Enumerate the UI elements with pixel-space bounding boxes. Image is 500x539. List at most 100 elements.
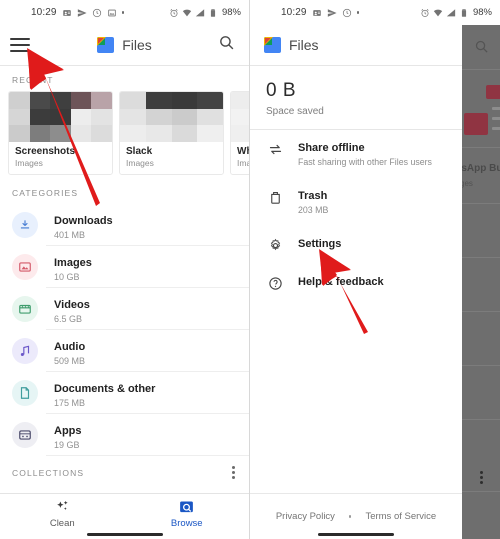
drawer-item-share-offline[interactable]: Share offline Fast sharing with other Fi… [250,130,462,178]
status-bar-left-group: 10:29 [31,7,125,18]
drawer-item-title: Help & feedback [298,276,384,288]
status-bar-clock: 10:29 [281,7,307,18]
overflow-menu-icon[interactable] [232,466,235,479]
scrim-recent-title: tsApp Bu [462,163,500,174]
collections-header: COLLECTIONS [0,456,249,487]
status-bar-right-group: 98% [420,7,492,18]
toolbar-right: Files [250,25,462,65]
battery-icon [461,8,467,17]
wifi-icon [433,9,443,16]
categories-section-label: CATEGORIES [12,188,79,198]
recent-thumbnail [231,92,249,142]
trash-icon [264,189,286,205]
app-title: Files [289,37,319,53]
drawer-item-help-feedback[interactable]: Help & feedback [250,264,462,302]
category-row-documents[interactable]: Documents & other 175 MB [0,372,249,414]
status-bar-left-group: 10:29 [281,7,360,18]
files-logo-icon [97,37,115,53]
hamburger-menu-button[interactable] [10,38,30,52]
category-size: 10 GB [54,271,80,282]
download-icon [12,212,38,238]
nav-tab-label: Clean [49,518,75,529]
category-row-apps[interactable]: Apps 19 GB [0,414,249,456]
nav-tab-label: Browse [170,518,203,529]
home-indicator [318,533,394,536]
scrim-recent-subtitle: ges [462,179,473,188]
category-row-images[interactable]: Images 10 GB [0,246,249,288]
space-saved-amount: 0 B [266,80,297,101]
category-name: Documents & other [54,382,156,395]
status-bar-right-group: 98% [169,7,241,18]
signal-icon [195,8,205,16]
category-name: Apps [54,424,82,437]
scrim-thumbnail [464,113,488,135]
status-bar-right: 10:29 98% [250,0,500,25]
signal-icon [446,8,456,16]
categories-list: Downloads 401 MB Images 10 GB Videos 6.5… [0,204,249,456]
scrim-thumbnail [486,85,500,99]
category-row-downloads[interactable]: Downloads 401 MB [0,204,249,246]
category-row-videos[interactable]: Videos 6.5 GB [0,288,249,330]
category-size: 19 GB [54,439,80,450]
files-logo-icon [264,37,281,53]
category-row-audio[interactable]: Audio 509 MB [0,330,249,372]
send-icon [77,8,87,17]
scrim-search-icon [474,39,489,59]
category-name: Audio [54,340,86,353]
footer-separator-dot [348,515,352,518]
sparkle-icon [56,500,68,511]
clock-circle-icon [92,8,101,17]
recent-thumbnail [120,92,223,142]
browse-folder-icon [180,501,194,513]
recent-section-label: RECENT [12,75,54,85]
share-offline-icon [264,141,286,157]
collections-section-label: COLLECTIONS [12,467,85,478]
alarm-icon [170,8,178,17]
bottom-navigation-left: Clean Browse [0,493,249,539]
battery-percent: 98% [472,7,492,18]
dot-icon [121,11,125,14]
search-icon[interactable] [218,34,235,56]
photo-icon [107,9,116,16]
recent-card[interactable]: Slack Images [119,91,224,175]
gear-icon [264,237,286,253]
drawer-item-settings[interactable]: Settings [250,226,462,264]
drawer-item-trash[interactable]: Trash 203 MB [250,178,462,226]
recent-card[interactable]: Screenshots Images [8,91,113,175]
terms-of-service-link[interactable]: Terms of Service [365,511,436,522]
drawer-scrim[interactable]: tsApp Bu ges [462,25,500,539]
toolbar-left: Files [0,25,249,65]
battery-percent: 98% [221,7,241,18]
battery-icon [210,8,216,17]
recent-card-title: Screenshots [15,146,76,157]
right-phone-screen: 10:29 98% sApp Bu ges Files 0 B Space sa… [250,0,500,539]
privacy-policy-link[interactable]: Privacy Policy [276,511,335,522]
drawer-item-subtitle: 203 MB [298,205,329,215]
recent-card-title: WhatsApp Bu [237,146,249,157]
app-title: Files [122,37,152,53]
home-indicator [86,533,163,536]
drawer-item-title: Trash [298,190,328,202]
screenshot-root: 10:29 98% Files RECENT Screenshots Image… [0,0,500,539]
space-saved-block: 0 B Space saved [250,66,462,129]
contacts-icon [62,9,71,16]
space-saved-label: Space saved [266,106,324,117]
left-phone-screen: 10:29 98% Files RECENT Screenshots Image… [0,0,250,539]
document-icon [12,380,38,406]
recent-card[interactable]: WhatsApp Bu Images [230,91,250,175]
drawer-item-subtitle: Fast sharing with other Files users [298,157,432,167]
category-size: 509 MB [54,355,86,366]
app-brand: Files [97,37,152,53]
recent-list: Screenshots Images Slack Images W Ima [0,91,249,175]
recent-card-subtitle: Images [237,158,250,168]
status-bar-left: 10:29 98% [0,0,249,25]
scrim-overflow-icon [480,471,483,484]
category-size: 401 MB [54,229,86,240]
recent-card-subtitle: Images [126,158,154,168]
audio-icon [12,338,38,364]
apps-icon [12,422,38,448]
contacts-icon [312,9,321,16]
drawer-item-title: Settings [298,238,342,250]
alarm-icon [421,8,429,17]
image-icon [12,254,38,280]
